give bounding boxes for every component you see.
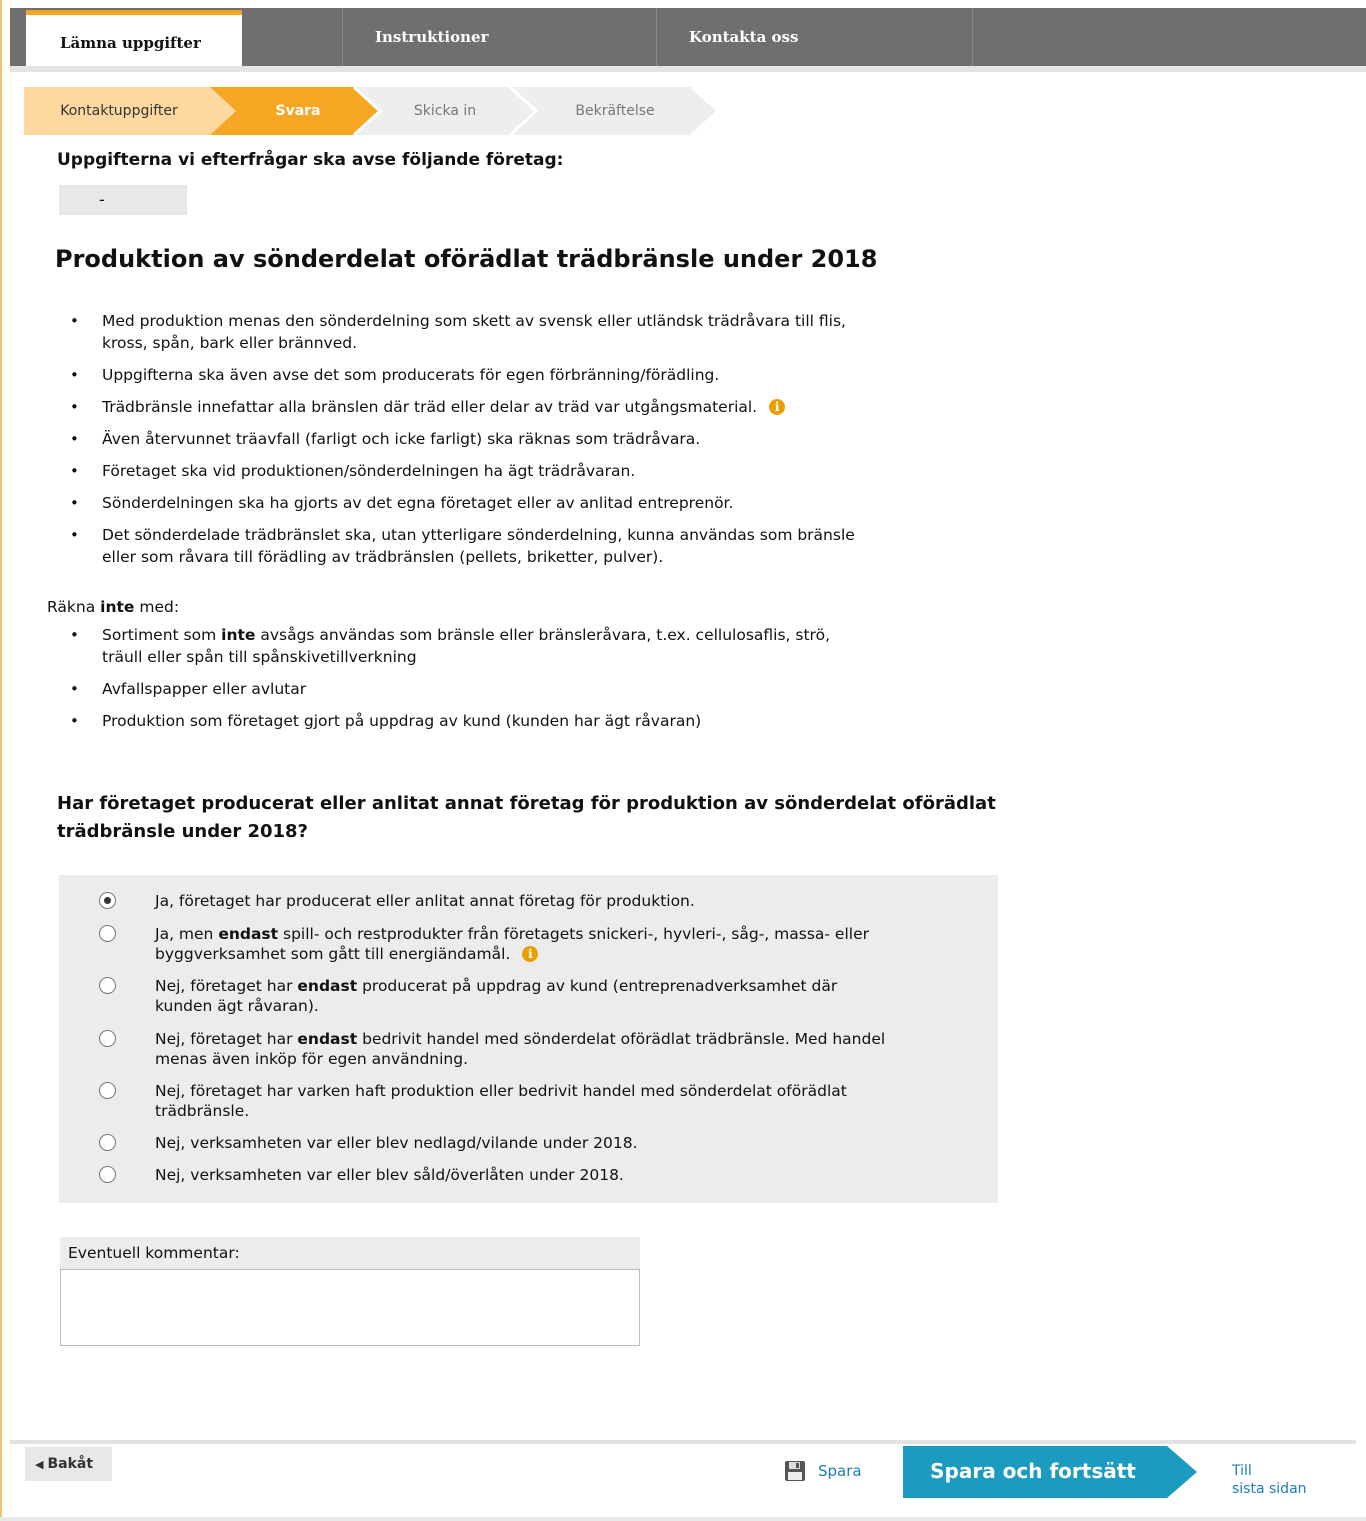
info-icon[interactable]: i [522, 946, 539, 962]
company-heading: Uppgifterna vi efterfrågar ska avse följ… [57, 150, 564, 170]
page-title: Produktion av sönderdelat oförädlat träd… [55, 245, 878, 273]
last-page-link-line2: sista sidan [1232, 1481, 1307, 1497]
page-bottom-rule [0, 1517, 1366, 1521]
radio-button[interactable] [99, 1030, 116, 1047]
exclude-heading-text: Räkna [47, 598, 101, 616]
list-item: Avfallspapper eller avlutar [70, 678, 970, 700]
question-text: Har företaget producerat eller anlitat a… [57, 793, 996, 842]
step-bekraftelse: Bekräftelse [575, 103, 655, 119]
last-page-link[interactable]: Till sista sidan [1232, 1462, 1342, 1498]
radio-label: Nej, företaget har endast bedrivit hande… [155, 1030, 886, 1068]
radio-label: Ja, men endast spill- och restprodukter … [155, 925, 869, 963]
list-item: Företaget ska vid produktionen/sönderdel… [70, 460, 970, 482]
radio-button[interactable] [99, 1082, 116, 1099]
tab-instruktioner[interactable]: Instruktioner [342, 8, 656, 66]
list-item-text: Trädbränsle innefattar alla bränslen där… [102, 398, 758, 416]
list-item: Trädbränsle innefattar alla bränslen där… [70, 396, 970, 418]
floppy-disk-icon [785, 1461, 805, 1481]
radio-label: Nej, verksamheten var eller blev såld/öv… [155, 1166, 624, 1184]
answer-options: Ja, företaget har producerat eller anlit… [59, 875, 998, 1203]
footer-divider [10, 1440, 1356, 1444]
save-and-continue-button[interactable]: Spara och fortsätt [903, 1446, 1197, 1498]
radio-label: Nej, verksamheten var eller blev nedlagd… [155, 1134, 638, 1152]
save-button-label: Spara [818, 1462, 862, 1480]
exclude-list: Sortiment som inte avsågs användas som b… [70, 624, 970, 732]
list-item: Det sönderdelade trädbränslet ska, utan … [70, 524, 970, 568]
radio-button[interactable] [99, 892, 116, 909]
radio-button[interactable] [99, 1134, 116, 1151]
progress-steps: Kontaktuppgifter Svara Skicka in Bekräft… [24, 87, 724, 135]
info-icon[interactable]: i [769, 399, 786, 415]
left-border [0, 0, 2, 1521]
list-item: Sönderdelningen ska ha gjorts av det egn… [70, 492, 970, 514]
list-item-bold: inte [221, 626, 256, 644]
list-item: Med produktion menas den sönderdelning s… [70, 310, 970, 354]
step-kontaktuppgifter[interactable]: Kontaktuppgifter [24, 87, 214, 135]
back-button-label: Bakåt [47, 1456, 94, 1472]
radio-label: Ja, företaget har producerat eller anlit… [155, 892, 695, 910]
list-item: Uppgifterna ska även avse det som produc… [70, 364, 970, 386]
list-item: Sortiment som inte avsågs användas som b… [70, 624, 970, 668]
step-skicka-in: Skicka in [413, 103, 477, 119]
list-item-text: Sortiment som [102, 626, 222, 644]
list-item: Produktion som företaget gjort på uppdra… [70, 710, 970, 732]
back-arrow-icon: ◀ [35, 1458, 44, 1471]
tab-kontakta-oss[interactable]: Kontakta oss [656, 8, 972, 66]
radio-button[interactable] [99, 977, 116, 994]
comment-textarea[interactable] [60, 1269, 640, 1346]
exclude-heading-bold: inte [100, 598, 135, 616]
exclude-heading-text-end: med: [134, 598, 180, 616]
step-svara: Svara [275, 103, 321, 119]
radio-button[interactable] [99, 925, 116, 942]
info-list: Med produktion menas den sönderdelning s… [70, 310, 970, 568]
exclude-heading: Räkna inte med: [47, 598, 179, 616]
radio-label: Nej, företaget har endast producerat på … [155, 977, 838, 1015]
tab-lamna-uppgifter[interactable]: Lämna uppgifter [26, 10, 242, 68]
last-page-link-line1: Till [1232, 1463, 1252, 1479]
back-button[interactable]: ◀ Bakåt [25, 1447, 112, 1481]
radio-button[interactable] [99, 1166, 116, 1183]
tab-empty [972, 8, 1366, 66]
save-and-continue-label: Spara och fortsätt [930, 1459, 1136, 1483]
radio-label: Nej, företaget har varken haft produktio… [155, 1082, 847, 1120]
nav-underline [10, 66, 1366, 72]
save-button[interactable]: Spara [784, 1460, 862, 1482]
comment-label: Eventuell kommentar: [60, 1237, 640, 1269]
list-item: Även återvunnet träavfall (farligt och i… [70, 428, 970, 450]
company-value: - [59, 185, 187, 215]
